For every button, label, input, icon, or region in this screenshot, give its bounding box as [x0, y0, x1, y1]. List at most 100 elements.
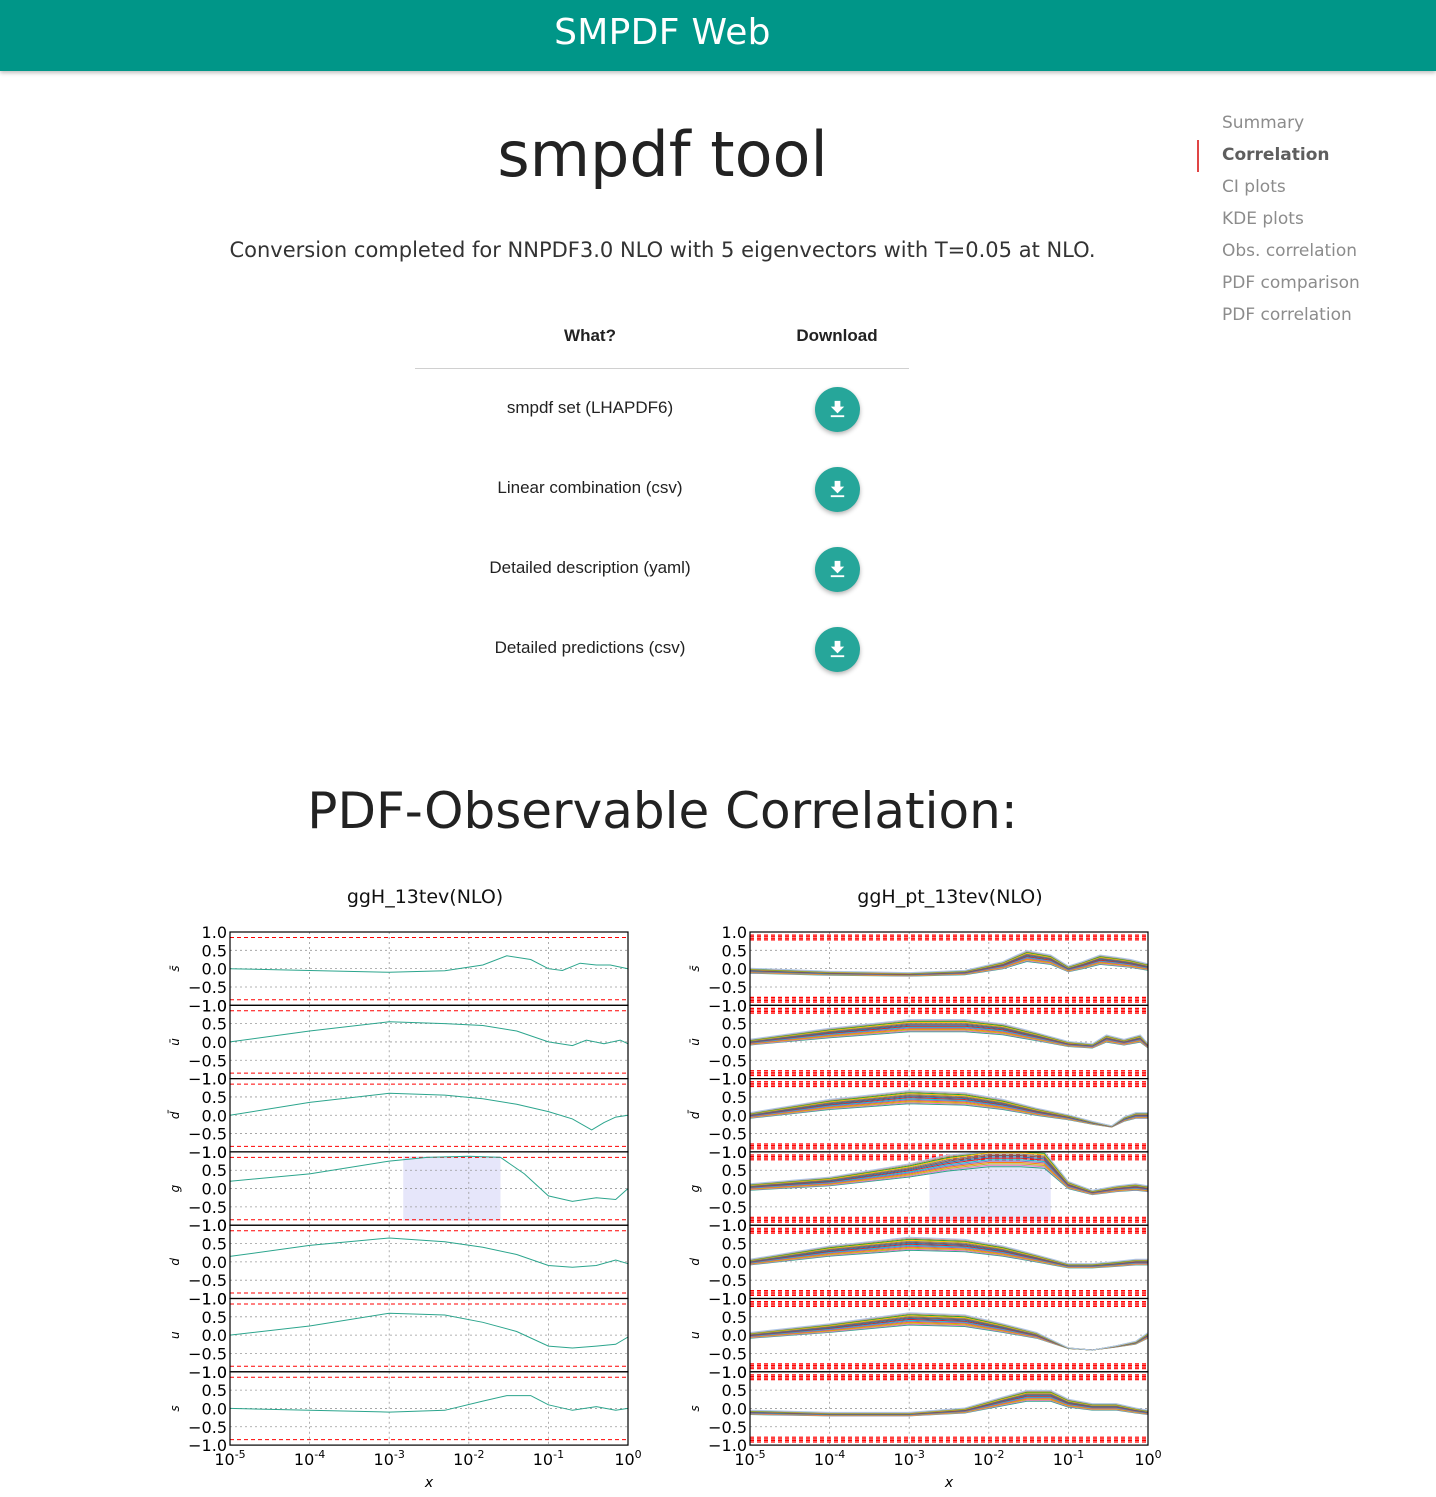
y-tick-label: −0.5	[188, 1271, 227, 1290]
panel-label: d̄	[168, 1109, 182, 1119]
y-tick-label: 1.0	[722, 923, 747, 942]
toc-item-pdf-comparison[interactable]: PDF comparison	[1197, 268, 1417, 300]
y-tick-label: 1.0	[722, 1143, 747, 1162]
y-tick-label: 0.5	[202, 1381, 227, 1400]
panel: 1.00.50.0−0.5−1.0g	[168, 1143, 629, 1235]
panel: 1.00.50.0−0.5−1.0s	[168, 1363, 629, 1455]
page-title: smpdf tool	[497, 118, 828, 191]
chart-title: ggH_13tev(NLO)	[346, 886, 504, 908]
y-tick-label: −0.5	[708, 1271, 747, 1290]
panel-label: ū	[688, 1038, 702, 1046]
panel: 1.00.50.0−0.5−1.0d̄	[168, 1070, 629, 1162]
series-line	[229, 1312, 629, 1349]
panel: 1.00.50.0−0.5−1.0g	[688, 1143, 1149, 1235]
download-table: What? Download smpdf set (LHAPDF6) Linea…	[415, 318, 909, 689]
download-icon	[830, 640, 845, 658]
y-tick-label: −0.5	[708, 1051, 747, 1070]
y-tick-label: −0.5	[708, 1198, 747, 1217]
y-tick-label: 1.0	[722, 1216, 747, 1235]
toc-item-pdf-correlation[interactable]: PDF correlation	[1197, 300, 1417, 332]
y-tick-label: 1.0	[202, 1290, 227, 1309]
panel-label: d	[168, 1258, 182, 1266]
y-tick-label: −0.5	[188, 1344, 227, 1363]
y-tick-label: 0.0	[722, 1326, 747, 1345]
panel: 1.00.50.0−0.5−1.0ū	[168, 996, 629, 1089]
y-tick-label: 0.5	[202, 1088, 227, 1107]
panel-label: ū	[168, 1038, 182, 1046]
panel: 1.00.50.0−0.5−1.0d̄	[688, 1070, 1149, 1162]
x-tick-label: 10-5	[214, 1448, 245, 1469]
table-row: Linear combination (csv)	[415, 449, 909, 529]
y-tick-label: 1.0	[202, 996, 227, 1015]
y-tick-label: 0.5	[202, 1161, 227, 1180]
panel: 1.00.50.0−0.5−1.0d	[168, 1216, 629, 1309]
download-button[interactable]	[815, 627, 860, 672]
y-tick-label: 1.0	[722, 1363, 747, 1382]
table-row: Detailed description (yaml)	[415, 529, 909, 609]
x-tick-label: 100	[614, 1448, 641, 1469]
panel-label: g	[688, 1184, 702, 1192]
series-line	[229, 1021, 629, 1047]
y-tick-label: 0.0	[202, 1180, 227, 1199]
x-tick-label: 10-3	[894, 1448, 925, 1469]
y-tick-label: 0.5	[722, 1308, 747, 1327]
panel-label: s	[168, 1405, 182, 1411]
row-label: smpdf set (LHAPDF6)	[506, 398, 674, 417]
brand-title[interactable]: SMPDF Web	[0, 12, 1325, 53]
panel-label: d̄	[688, 1109, 702, 1119]
panel-frame	[229, 1224, 629, 1300]
x-tick-label: 10-4	[814, 1448, 845, 1469]
section-title: PDF-Observable Correlation:	[307, 782, 1018, 840]
y-tick-label: 0.0	[202, 1253, 227, 1272]
y-tick-label: 0.5	[722, 1381, 747, 1400]
download-button[interactable]	[815, 387, 860, 432]
panel: 1.00.50.0−0.5−1.0s̄	[688, 923, 1149, 1015]
y-tick-label: 1.0	[202, 923, 227, 942]
download-button[interactable]	[815, 547, 860, 592]
chart-plot: 1.00.50.0−0.5−1.0s̄1.00.50.0−0.5−1.0ū1.0…	[168, 923, 642, 1491]
panel-frame	[229, 1078, 629, 1153]
panel-frame	[229, 1297, 629, 1373]
download-icon	[830, 400, 845, 418]
x-axis-label: x	[424, 1475, 434, 1491]
x-axis-label: x	[944, 1475, 954, 1491]
y-tick-label: −0.5	[188, 1198, 227, 1217]
chart-title: ggH_pt_13tev(NLO)	[857, 886, 1043, 908]
y-tick-label: −0.5	[708, 978, 747, 997]
y-tick-label: 1.0	[202, 1216, 227, 1235]
y-tick-label: 1.0	[722, 1070, 747, 1089]
y-tick-label: 1.0	[202, 1070, 227, 1089]
download-button[interactable]	[815, 467, 860, 512]
panel-label: u	[688, 1331, 702, 1339]
series-line	[229, 1395, 629, 1413]
y-tick-label: −0.5	[708, 1344, 747, 1363]
series-line	[229, 955, 629, 973]
x-tick-label: 100	[1134, 1448, 1161, 1469]
panel-label: u	[168, 1331, 182, 1339]
y-tick-label: 0.0	[722, 1399, 747, 1418]
row-label: Detailed predictions (csv)	[494, 638, 686, 657]
panel-frame	[749, 1004, 1149, 1080]
y-tick-label: 0.0	[202, 1399, 227, 1418]
y-tick-label: 0.0	[722, 1106, 747, 1125]
y-tick-label: 1.0	[202, 1143, 227, 1162]
y-tick-label: 0.0	[202, 1326, 227, 1345]
top-bar: SMPDF Web	[0, 0, 1436, 71]
panel: 1.00.50.0−0.5−1.0ū	[688, 996, 1149, 1089]
x-tick-label: 10-3	[374, 1448, 405, 1469]
toc-item-kde-plots[interactable]: KDE plots	[1197, 204, 1417, 236]
panel-frame	[229, 931, 629, 1006]
x-tick-label: 10-5	[734, 1448, 765, 1469]
y-tick-label: −0.5	[188, 978, 227, 997]
header-download: Download	[796, 326, 878, 345]
panel-frame	[229, 1004, 629, 1080]
table-row: Detailed predictions (csv)	[415, 609, 909, 689]
y-tick-label: 0.5	[202, 1015, 227, 1034]
row-label: Detailed description (yaml)	[489, 558, 691, 577]
y-tick-label: 0.0	[202, 960, 227, 979]
panel-label: s	[688, 1405, 702, 1411]
panel-frame	[749, 1078, 1149, 1153]
y-tick-label: 0.5	[722, 1088, 747, 1107]
y-tick-label: 0.0	[722, 1033, 747, 1052]
y-tick-label: −0.5	[708, 1125, 747, 1144]
